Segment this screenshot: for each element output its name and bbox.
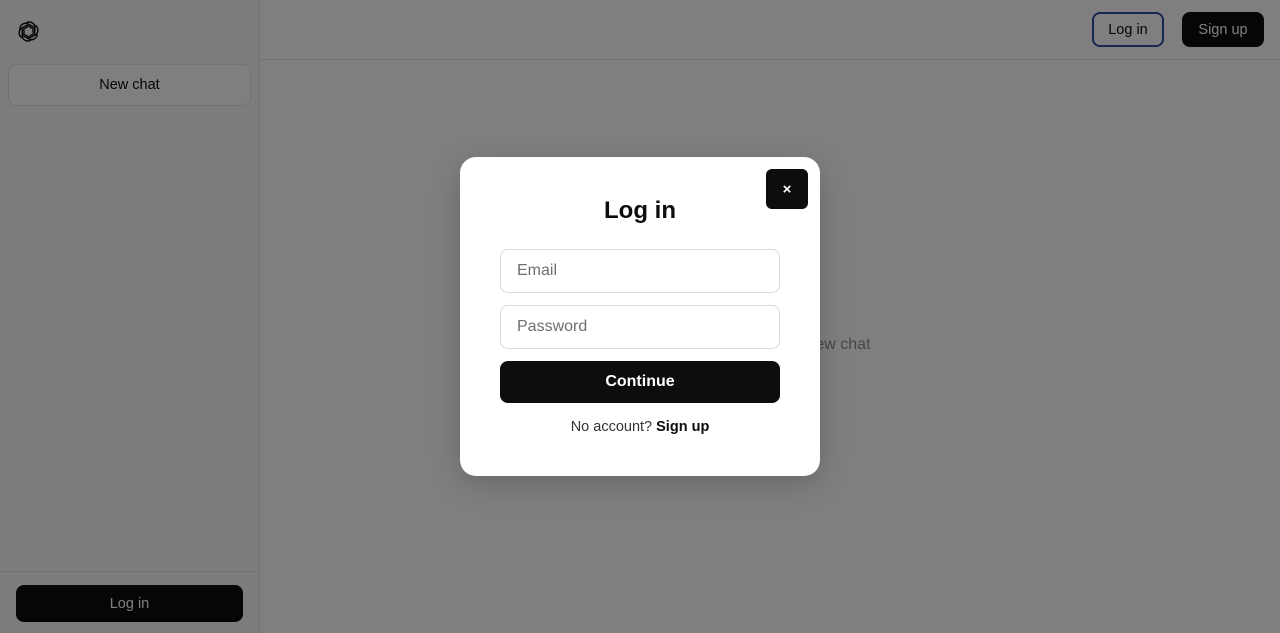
login-modal: × Log in Continue No account? Sign up bbox=[460, 157, 820, 476]
continue-button[interactable]: Continue bbox=[500, 361, 780, 403]
email-field[interactable] bbox=[500, 249, 780, 293]
modal-title: Log in bbox=[604, 197, 676, 224]
password-field[interactable] bbox=[500, 305, 780, 349]
no-account-row: No account? Sign up bbox=[460, 419, 820, 435]
close-icon: × bbox=[782, 180, 792, 198]
app-root: New chat Log in Log in Sign up Log in to… bbox=[0, 0, 1280, 633]
no-account-text: No account? bbox=[570, 419, 653, 435]
modal-signup-link[interactable]: Sign up bbox=[656, 419, 709, 435]
